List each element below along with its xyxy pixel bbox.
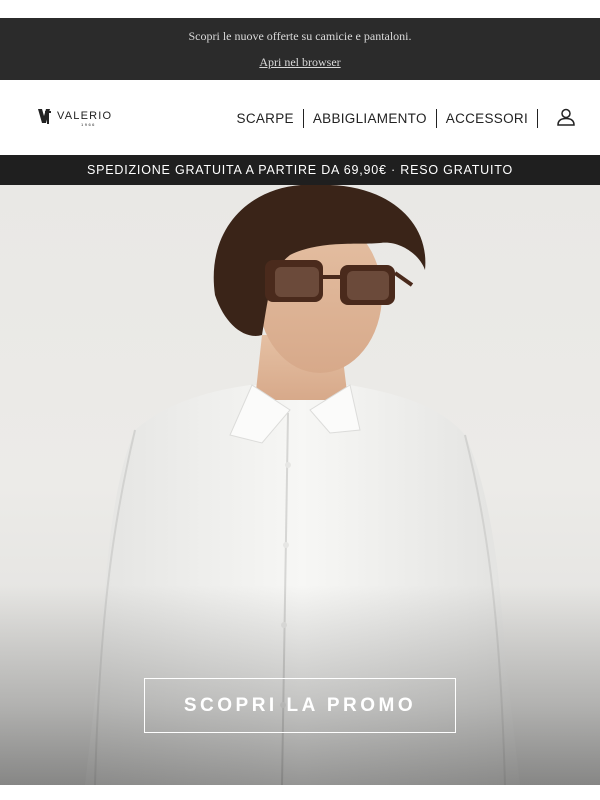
brand-logo[interactable]: VALERIO 1966 [37, 107, 133, 127]
top-spacer [0, 0, 600, 18]
preheader: Scopri le nuove offerte su camicie e pan… [0, 18, 600, 80]
valerio-logo-icon: VALERIO 1966 [38, 109, 112, 127]
promo-cta-button[interactable]: SCOPRI LA PROMO [144, 678, 456, 733]
nav-item-accessori[interactable]: ACCESSORI [437, 109, 537, 128]
hero-banner[interactable]: SCOPRI LA PROMO [0, 185, 600, 785]
preheader-text: Scopri le nuove offerte su camicie e pan… [188, 29, 412, 43]
shipping-banner: SPEDIZIONE GRATUITA A PARTIRE DA 69,90€ … [0, 155, 600, 185]
user-icon[interactable] [556, 107, 576, 127]
open-in-browser-link[interactable]: Apri nel browser [259, 55, 340, 69]
nav-item-abbigliamento[interactable]: ABBIGLIAMENTO [304, 109, 436, 128]
bottom-spacer [0, 785, 600, 800]
main-nav: SCARPE ABBIGLIAMENTO ACCESSORI [237, 108, 538, 128]
brand-year: 1966 [81, 122, 96, 127]
nav-divider [537, 108, 538, 128]
brand-name: VALERIO [57, 110, 112, 122]
nav-item-scarpe[interactable]: SCARPE [237, 109, 303, 128]
preheader-link-row: Apri nel browser [0, 55, 600, 70]
header: VALERIO 1966 SCARPE ABBIGLIAMENTO ACCESS… [0, 80, 600, 155]
